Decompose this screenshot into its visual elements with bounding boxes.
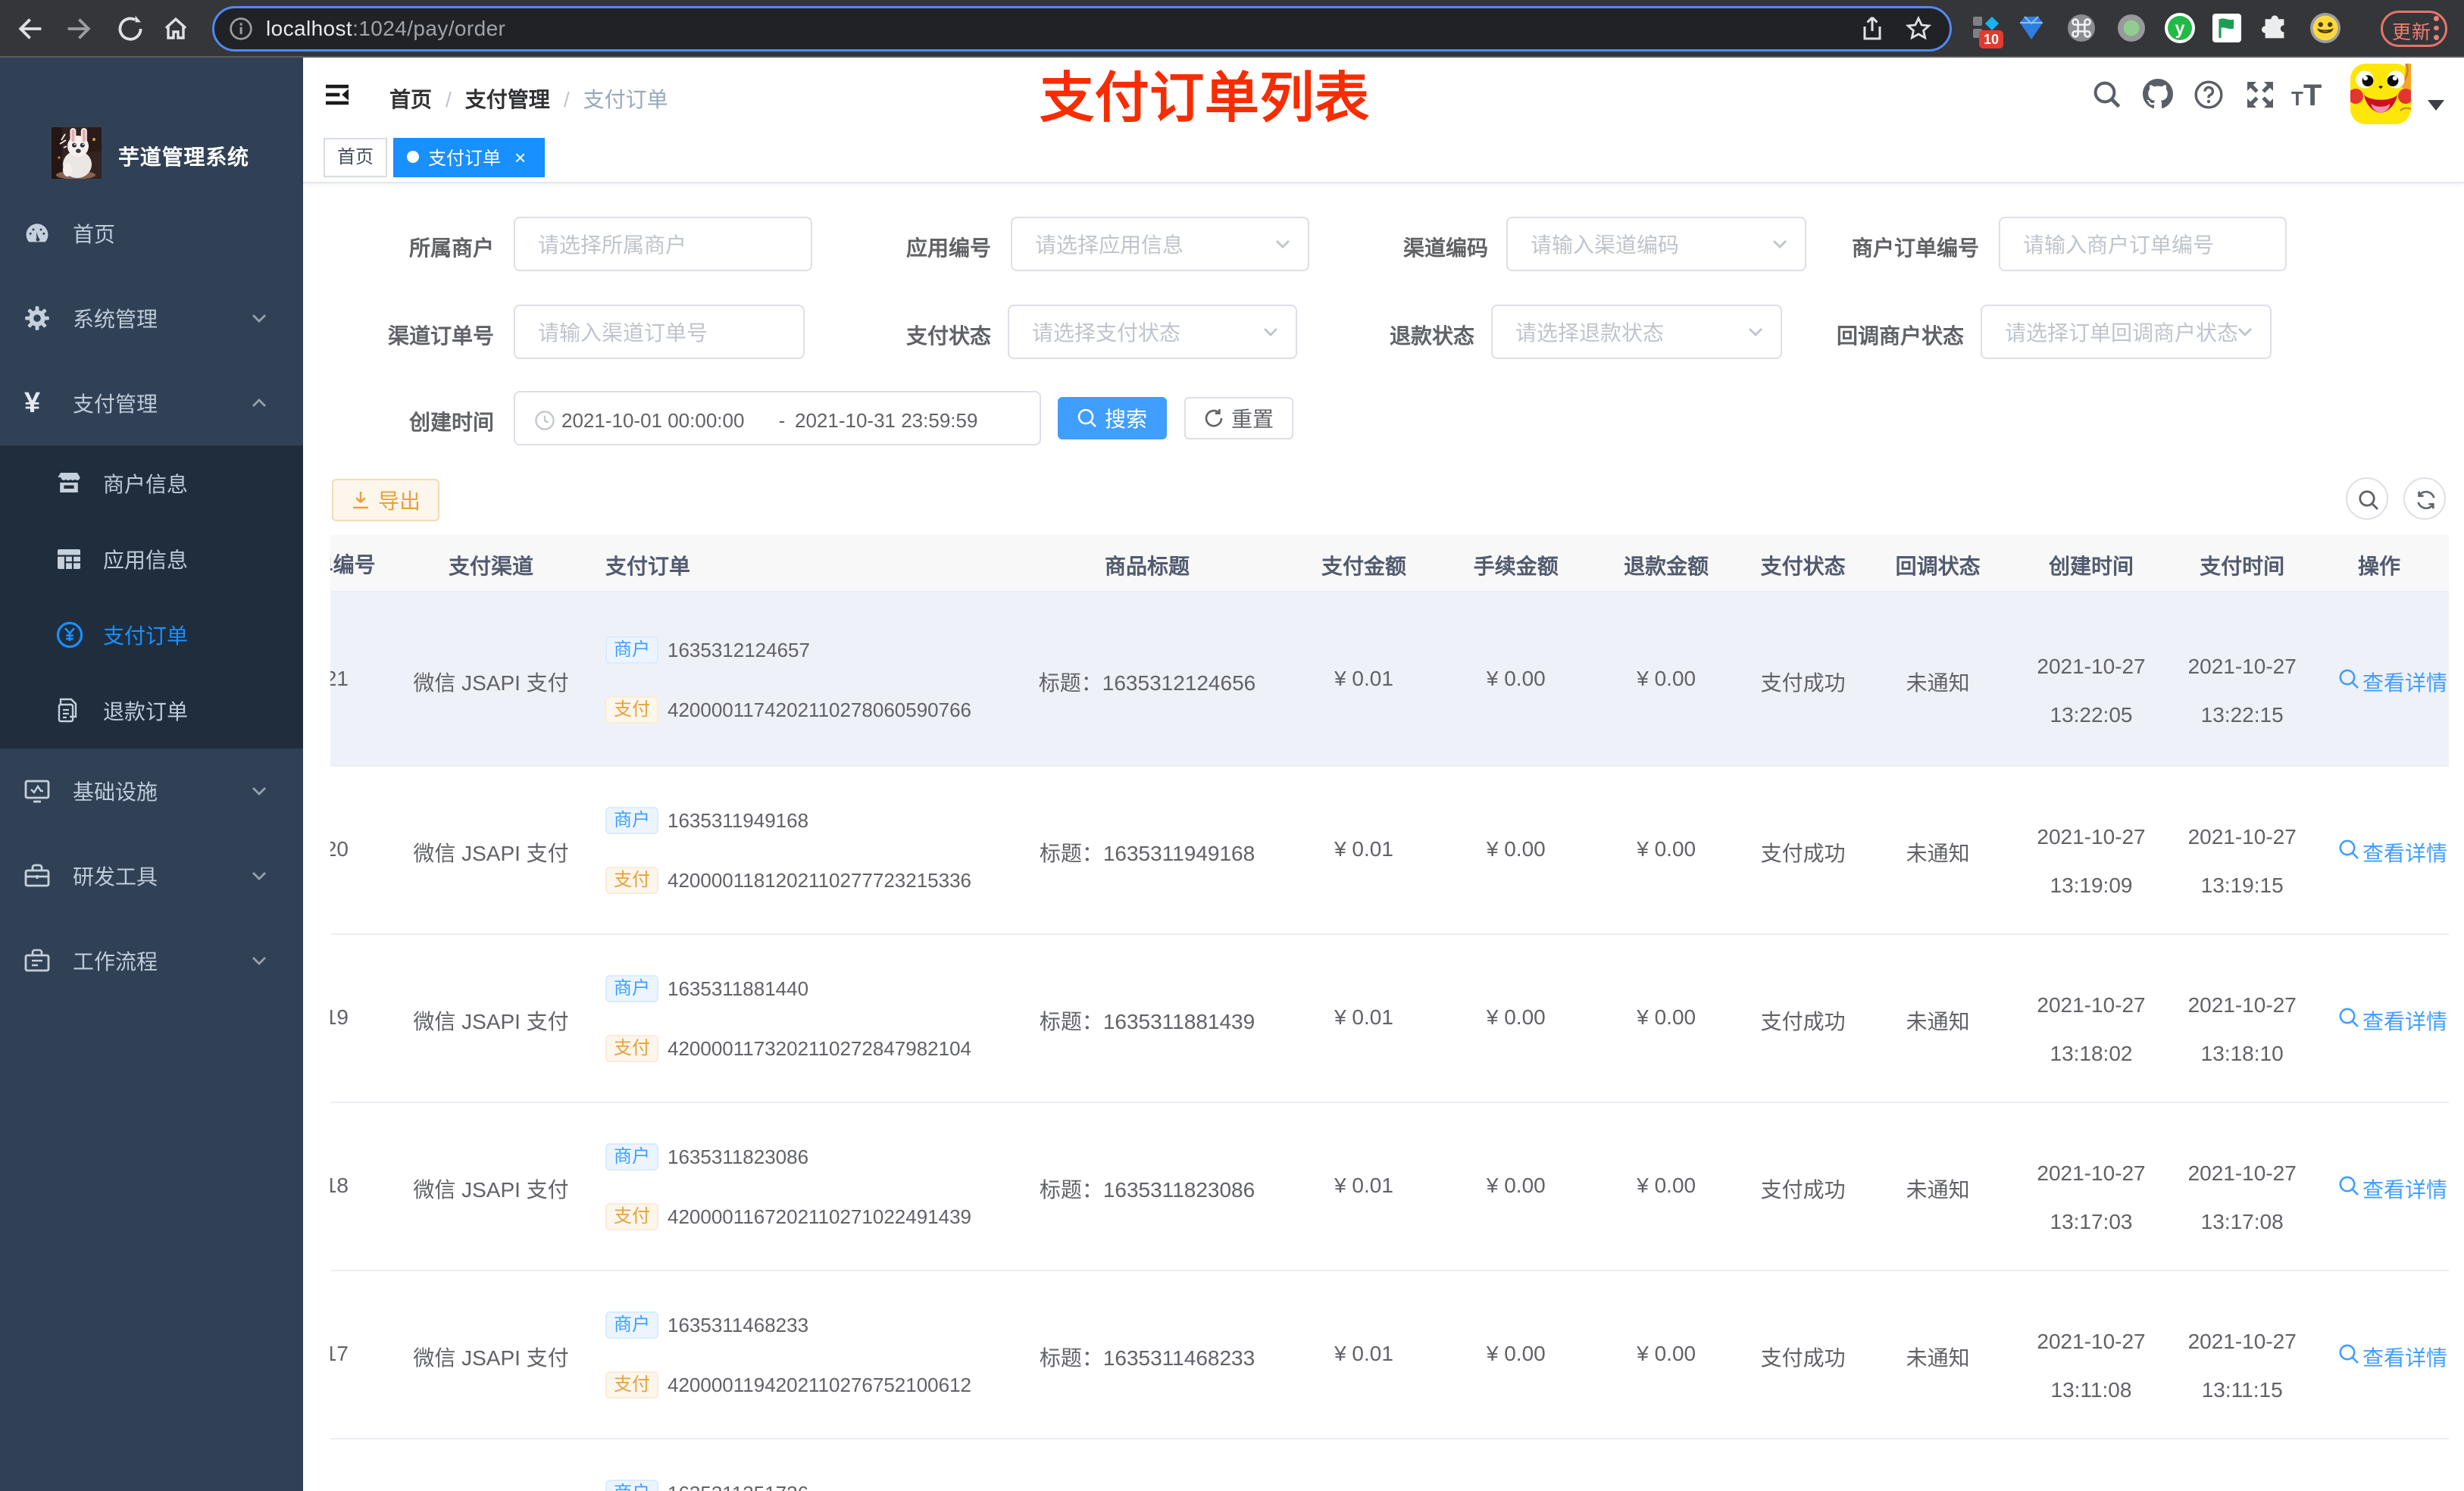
- svg-text:y: y: [2175, 18, 2185, 38]
